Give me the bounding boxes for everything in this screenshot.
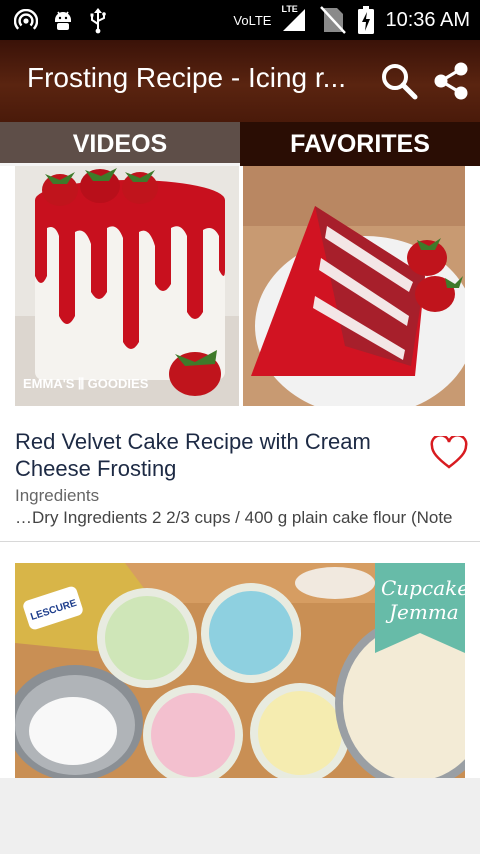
usb-icon (90, 8, 106, 34)
share-icon (434, 62, 468, 100)
tab-bar: VIDEOS FAVORITES (0, 122, 480, 166)
recipe-subtitle: Ingredients (15, 486, 100, 505)
heart-outline-icon (430, 434, 468, 469)
no-sim-icon (320, 6, 347, 34)
lte-label: LTE (281, 4, 298, 14)
recipe-thumbnail[interactable]: LESCURE Cupcake Jemma (15, 563, 465, 778)
frosting-photo: LESCURE Cupcake Jemma (15, 563, 465, 778)
app-title: Frosting Recipe - Icing r... (27, 62, 347, 93)
share-button[interactable] (430, 60, 472, 102)
battery-charging-icon (358, 6, 375, 34)
recipe-excerpt: …Dry Ingredients 2 2/3 cups / 400 g plai… (15, 508, 453, 527)
bottom-area (0, 778, 480, 854)
search-icon (382, 64, 418, 100)
search-button[interactable] (378, 60, 420, 102)
volte-label: VoLTE (233, 12, 272, 28)
tab-favorites[interactable]: FAVORITES (240, 122, 480, 166)
hotspot-icon (14, 9, 38, 30)
android-debug-icon (55, 11, 71, 30)
brand-name-2: Jemma (385, 600, 459, 624)
app-bar: Frosting Recipe - Icing r... (0, 40, 480, 122)
list-divider (0, 541, 480, 542)
recipe-title[interactable]: Red Velvet Cake Recipe with Cream Cheese… (15, 428, 415, 482)
brand-name: Cupcake (381, 576, 465, 600)
recipe-list[interactable]: EMMA'S ⫼ GOODIES Red Velvet Cake Recipe … (0, 166, 480, 778)
signal-icon: LTE (281, 4, 307, 33)
status-bar: VoLTE LTE 10:36 AM (0, 0, 480, 40)
recipe-thumbnail[interactable]: EMMA'S ⫼ GOODIES (15, 166, 465, 406)
tab-videos[interactable]: VIDEOS (0, 122, 240, 166)
clock: 10:36 AM (385, 8, 470, 31)
cake-photo: EMMA'S ⫼ GOODIES (15, 166, 465, 406)
emmas-goodies-watermark: EMMA'S ⫼ GOODIES (23, 376, 149, 391)
favorite-button[interactable] (430, 434, 468, 470)
